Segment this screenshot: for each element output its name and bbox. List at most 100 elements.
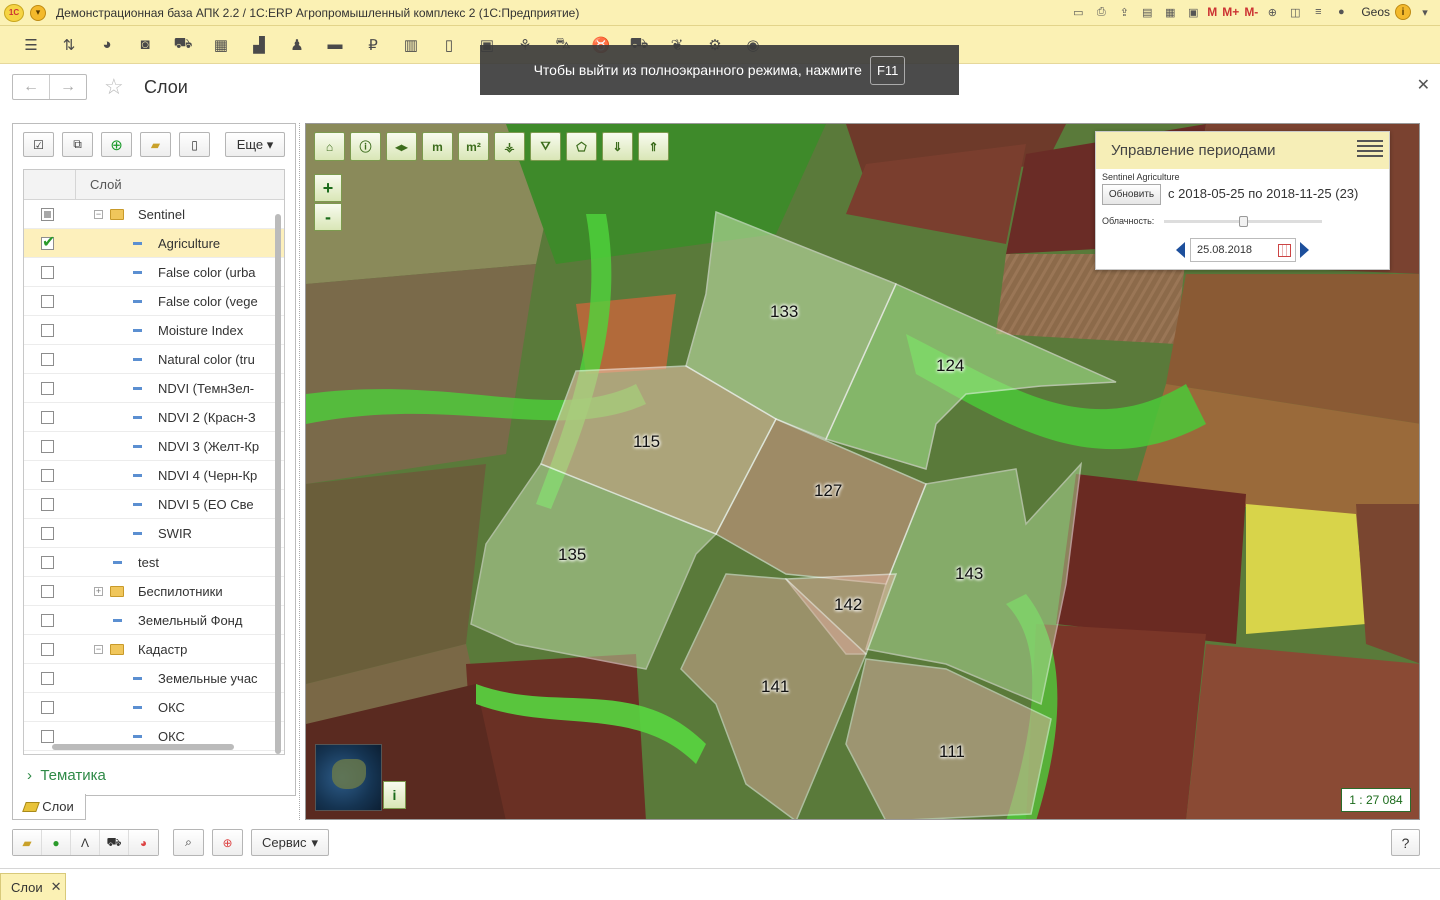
print-icon[interactable]: ⎙	[1092, 3, 1110, 21]
layer-checkbox[interactable]	[41, 700, 54, 714]
locate-up-icon[interactable]: ⇑	[638, 132, 669, 161]
horizontal-scrollbar[interactable]	[24, 740, 274, 754]
layer-checkbox[interactable]	[41, 352, 54, 366]
field-label[interactable]: 141	[761, 677, 789, 697]
hamburger-menu-icon[interactable]: ☰	[12, 30, 50, 60]
info-icon[interactable]: i	[1395, 4, 1411, 20]
service-dropdown[interactable]: Сервис ▾	[251, 829, 330, 856]
favorite-star-icon[interactable]: ☆	[104, 74, 124, 100]
layer-row[interactable]: NDVI (ТемнЗел-	[24, 374, 284, 403]
section-chart-icon[interactable]: ▥	[392, 30, 430, 60]
layer-row[interactable]: SWIR	[24, 519, 284, 548]
layer-checkbox[interactable]	[41, 323, 54, 337]
cloudiness-slider[interactable]	[1164, 216, 1322, 227]
copy-button[interactable]: ⧉	[62, 132, 93, 157]
layer-row[interactable]: ОКС	[24, 693, 284, 722]
add-layer-button[interactable]: ⊕	[101, 132, 132, 157]
window-tab-layers[interactable]: Слои ✕	[0, 873, 66, 900]
layer-row[interactable]: NDVI 3 (Желт-Кр	[24, 432, 284, 461]
filter-icon[interactable]: ⛛	[530, 132, 561, 161]
section-factory-icon[interactable]: ▟	[240, 30, 278, 60]
section-sort-icon[interactable]: ⇅	[50, 30, 88, 60]
layer-checkbox[interactable]	[41, 381, 54, 395]
collapse-icon[interactable]: −	[94, 210, 103, 219]
layer-checkbox[interactable]	[41, 613, 54, 627]
date-field[interactable]: 25.08.2018	[1190, 238, 1296, 262]
field-label[interactable]: 133	[770, 302, 798, 322]
info-tool-icon[interactable]: ⓘ	[350, 132, 381, 161]
section-grid-icon[interactable]: ▦	[202, 30, 240, 60]
field-label[interactable]: 115	[633, 432, 660, 452]
tematika-section[interactable]: › Тематика	[27, 767, 106, 784]
calculator-icon[interactable]: ▦	[1161, 3, 1179, 21]
layer-row[interactable]: NDVI 5 (ЕО Све	[24, 490, 284, 519]
add-document-button[interactable]: ▯	[179, 132, 210, 157]
layer-checkbox[interactable]	[41, 642, 54, 656]
overview-minimap[interactable]	[315, 744, 382, 811]
layer-checkbox[interactable]	[41, 497, 54, 511]
tab-layers[interactable]: Слои	[12, 794, 86, 820]
calendar-icon[interactable]	[1278, 244, 1291, 257]
refresh-button[interactable]: Обновить	[1102, 184, 1161, 205]
layer-row[interactable]: NDVI 4 (Черн-Кр	[24, 461, 284, 490]
memory-m-button[interactable]: M	[1207, 5, 1217, 19]
pan-tool-icon[interactable]: ◂▸	[386, 132, 417, 161]
layer-checkbox[interactable]	[41, 555, 54, 569]
vertical-scrollbar[interactable]	[274, 200, 282, 754]
memory-plus-button[interactable]: M+	[1222, 5, 1239, 19]
home-icon[interactable]: ⌂	[314, 132, 345, 161]
close-tab-icon[interactable]: ✕	[51, 879, 62, 895]
calendar-icon[interactable]: ▣	[1184, 3, 1202, 21]
select-polygon-icon[interactable]: ⬠	[566, 132, 597, 161]
layer-row[interactable]: − Sentinel	[24, 200, 284, 229]
section-card-icon[interactable]: ▬	[316, 30, 354, 60]
zoom-icon[interactable]: ⊕	[1263, 3, 1281, 21]
layer-row[interactable]: test	[24, 548, 284, 577]
layer-checkbox[interactable]	[41, 671, 54, 685]
back-arrow-icon[interactable]: ←	[13, 75, 50, 99]
locate-down-icon[interactable]: ⇓	[602, 132, 633, 161]
save-icon[interactable]: ▭	[1069, 3, 1087, 21]
print-preview-icon[interactable]: ▤	[1138, 3, 1156, 21]
layer-checkbox[interactable]	[41, 526, 54, 540]
check-all-button[interactable]: ☑	[23, 132, 54, 157]
upload-icon[interactable]: ⇪	[1115, 3, 1133, 21]
menu-icon[interactable]: ≡	[1309, 3, 1327, 21]
marker-icon[interactable]: ●	[42, 830, 71, 855]
layer-row[interactable]: Natural color (tru	[24, 345, 284, 374]
measure-area-icon[interactable]: m²	[458, 132, 489, 161]
chart-pie-icon[interactable]: ◕	[129, 830, 158, 855]
minimap-info-button[interactable]: i	[383, 781, 406, 809]
layer-row[interactable]: False color (urba	[24, 258, 284, 287]
field-label[interactable]: 135	[558, 545, 586, 565]
section-person-icon[interactable]: ♟	[278, 30, 316, 60]
close-icon[interactable]: ✕	[1417, 75, 1430, 95]
layer-row[interactable]: Agriculture	[24, 229, 284, 258]
field-label[interactable]: 111	[939, 742, 965, 762]
target-icon[interactable]: ⊕	[212, 829, 243, 856]
layer-row[interactable]: Moisture Index	[24, 316, 284, 345]
panel-menu-icon[interactable]	[1357, 137, 1383, 159]
layer-row[interactable]: False color (vege	[24, 287, 284, 316]
add-folder-button[interactable]: ▰	[140, 132, 171, 157]
layer-row[interactable]: − Кадастр	[24, 635, 284, 664]
expand-icon[interactable]: +	[94, 587, 103, 596]
slider-handle[interactable]	[1239, 216, 1248, 227]
panel-splitter[interactable]	[299, 123, 301, 820]
measure-length-icon[interactable]: m	[422, 132, 453, 161]
vehicle-icon[interactable]: ⛟	[100, 830, 129, 855]
layer-checkbox[interactable]	[41, 294, 54, 308]
collapse-icon[interactable]: −	[94, 645, 103, 654]
help-button[interactable]: ?	[1391, 829, 1420, 856]
chevron-down-icon[interactable]: ▾	[1416, 3, 1434, 21]
main-menu-button[interactable]: ▾	[30, 4, 46, 21]
layer-checkbox[interactable]	[41, 265, 54, 279]
search-icon[interactable]: ⌕	[173, 829, 204, 856]
more-button[interactable]: Еще ▾	[225, 132, 285, 157]
user-name[interactable]: Geos	[1361, 5, 1390, 19]
map-view[interactable]: ⌂ ⓘ ◂▸ m m² ⚶ ⛛ ⬠ ⇓ ⇑ + - Управление пер…	[305, 123, 1420, 820]
field-label[interactable]: 143	[955, 564, 983, 584]
layer-checkbox[interactable]	[41, 439, 54, 453]
section-cart-icon[interactable]: ⛟	[164, 30, 202, 60]
layer-checkbox[interactable]	[41, 410, 54, 424]
